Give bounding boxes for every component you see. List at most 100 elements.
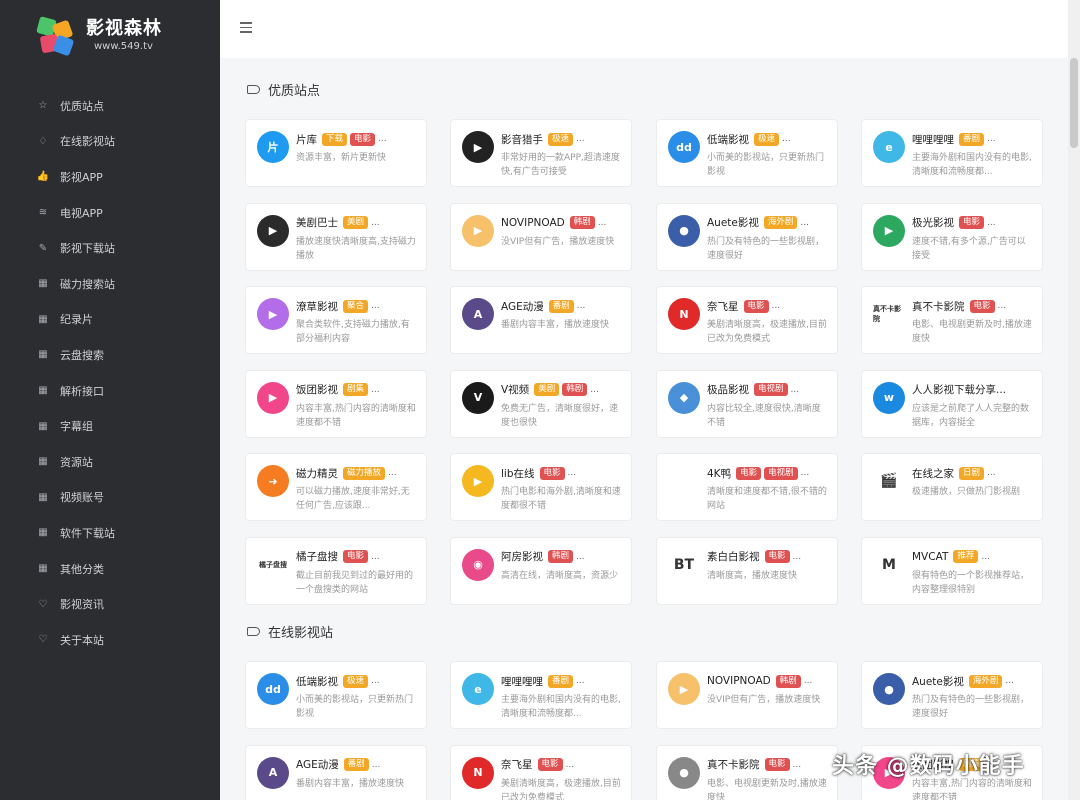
sidebar-item[interactable]: ♢ 在线影视站: [0, 124, 220, 160]
scrollbar[interactable]: [1068, 0, 1080, 800]
site-card[interactable]: ● 真不卡影院 电影... 电影、电视剧更新及时,播放速度快: [656, 744, 838, 800]
site-title: 影视森林: [86, 18, 162, 39]
card-description: 小而美的影视站，只更新热门影视: [707, 153, 825, 177]
card-name: 奈飞星: [707, 300, 739, 313]
site-card[interactable]: w 人人影视下载分享... 应该是之前爬了人人完整的数据库，内容挺全: [861, 369, 1043, 438]
bulb-icon: ♢: [38, 135, 48, 147]
site-card[interactable]: ▶ 潦草影视 聚合... 聚合类软件,支持磁力播放,有部分福利内容: [245, 286, 427, 354]
scrollbar-thumb[interactable]: [1070, 58, 1078, 148]
site-card[interactable]: dd 低端影视 极速... 小而美的影视站，只更新热门影视: [245, 661, 427, 729]
card-title-row: 真不卡影院 电影...: [912, 298, 1034, 314]
card-description: 热门及有特色的一些影视剧，速度很好: [912, 695, 1030, 719]
sidebar-item[interactable]: ▦ 纪录片: [0, 302, 220, 338]
card-name: 影音猎手: [501, 133, 543, 146]
site-card[interactable]: e 哩哩哩哩 番剧... 主要海外剧和国内没有的电影,清晰度和流畅度都...: [861, 119, 1043, 187]
site-card[interactable]: ● Auete影视 海外剧... 热门及有特色的一些影视剧，速度很好: [656, 202, 838, 271]
category-badge: 电视剧: [764, 466, 798, 480]
category-badge: 剧集: [343, 383, 369, 396]
card-description: 速度不错,有多个源,广告可以接受: [912, 236, 1026, 261]
more-dots: ...: [981, 551, 990, 562]
thumbs-up-icon: 👍: [36, 171, 50, 183]
site-card[interactable]: ▶ 极光影视 电影... 速度不错,有多个源,广告可以接受: [861, 202, 1043, 271]
sidebar-item[interactable]: ▦ 磁力搜索站: [0, 266, 220, 302]
site-card[interactable]: 🎬 在线之家 日剧... 极速播放，只做热门影视剧: [861, 453, 1043, 521]
site-card[interactable]: ▶ lib在线 电影... 热门电影和海外剧,清晰度和速度都很不错: [450, 453, 632, 521]
sidebar-item[interactable]: ▦ 解析接口: [0, 373, 220, 409]
site-card[interactable]: ◉ 阿房影视 韩剧... 高清在线，清晰度高，资源少: [450, 536, 632, 605]
site-card[interactable]: 真不卡影院 真不卡影院 电影... 电影、电视剧更新及时,播放速度快: [861, 286, 1043, 354]
category-badge: 电影: [743, 299, 769, 313]
card-name: Auete影视: [912, 675, 964, 688]
site-card[interactable]: ◆ 极品影视 电视剧... 内容比较全,速度很快,清晰度不错: [656, 369, 838, 438]
site-card[interactable]: M MVCAT 推荐... 很有特色的一个影视推荐站，内容整理很特别: [861, 536, 1043, 605]
site-card[interactable]: 4K鸭 电影 电视剧... 清晰度和速度都不错,很不错的网站: [656, 453, 838, 521]
sidebar-item[interactable]: ▦ 视频账号: [0, 480, 220, 516]
sidebar-item[interactable]: ▦ 字幕组: [0, 408, 220, 444]
category-badge: 电影: [764, 758, 790, 771]
card-description: 内容丰富,热门内容的清晰度和速度都不错: [912, 778, 1032, 800]
site-card[interactable]: N 奈飞星 电影... 美剧清晰度高，极速播放,目前已改为免费模式: [450, 744, 632, 800]
site-card[interactable]: 片片库 下载 电影... 资源丰富，新片更新快: [245, 119, 427, 187]
site-card[interactable]: ▶ NOVIPNOAD 韩剧... 没VIP但有广告，播放速度快: [656, 661, 838, 729]
grid-icon: ▦: [38, 563, 48, 575]
more-dots: ...: [1005, 676, 1014, 686]
card-name: 奈飞星: [501, 759, 533, 771]
card-title-row: 素白白影视 电影...: [707, 549, 829, 565]
grid-icon: ▦: [38, 349, 48, 361]
sidebar-item-label: 资源站: [60, 455, 93, 469]
grid-icon: ▦: [38, 527, 48, 539]
card-title-row: 磁力精灵 磁力播放...: [296, 465, 418, 481]
site-logo-icon: dd: [668, 131, 700, 163]
menu-toggle-icon[interactable]: [240, 22, 252, 34]
site-card[interactable]: V V视频 美剧 韩剧... 免费无广告，清晰度很好，速度也很快: [450, 369, 632, 438]
card-description: 主要海外剧和国内没有的电影,清晰度和流畅度都...: [501, 695, 621, 719]
sidebar-item[interactable]: ▦ 云盘搜索: [0, 337, 220, 373]
site-logo-icon: ➜: [257, 465, 289, 497]
sidebar-item[interactable]: ▦ 其他分类: [0, 551, 220, 587]
sidebar-item[interactable]: ♡ 关于本站: [0, 622, 220, 658]
site-logo-icon: dd: [257, 673, 289, 705]
more-dots: ...: [371, 384, 380, 395]
more-dots: ...: [371, 301, 380, 311]
card-description: 没VIP但有广告，播放速度快: [501, 236, 615, 247]
card-title-row: 人人影视下载分享...: [912, 382, 1034, 398]
site-logo-icon: ●: [873, 673, 905, 705]
card-name: 在线之家: [912, 467, 954, 480]
section-title: 在线影视站: [247, 622, 333, 641]
sidebar-item[interactable]: ≋ 电视APP: [0, 195, 220, 231]
site-logo-icon: ●: [668, 756, 700, 789]
card-description: 高清在线，清晰度高，资源少: [501, 570, 619, 581]
sidebar-item[interactable]: ✎ 影视下载站: [0, 230, 220, 266]
card-description: 小而美的影视站，只更新热门影视: [296, 695, 414, 719]
card-description: 播放速度快清晰度高,支持磁力播放: [296, 236, 416, 261]
sidebar-item[interactable]: ♡ 影视资讯: [0, 586, 220, 622]
card-name: Auete影视: [707, 217, 759, 229]
site-card[interactable]: ➜ 磁力精灵 磁力播放... 可以磁力播放,速度非常好,无任何广告,应该跟...: [245, 453, 427, 521]
site-card[interactable]: BT 素白白影视 电影... 清晰度高，播放速度快: [656, 536, 838, 605]
site-card[interactable]: ▶ 饭团影视 剧集... 内容丰富,热门内容的清晰度和速度都不错: [245, 369, 427, 438]
sidebar-item[interactable]: ☆ 优质站点: [0, 88, 220, 124]
sidebar-item[interactable]: 👍 影视APP: [0, 159, 220, 195]
site-card[interactable]: dd 低端影视 极速... 小而美的影视站，只更新热门影视: [656, 119, 838, 187]
sidebar-item[interactable]: ▦ 资源站: [0, 444, 220, 480]
site-card[interactable]: ▶ 美剧巴士 美剧... 播放速度快清晰度高,支持磁力播放: [245, 202, 427, 271]
sidebar-item-label: 其他分类: [60, 562, 104, 576]
site-logo-icon: ▶: [257, 214, 289, 247]
site-card[interactable]: A AGE动漫 番剧... 番剧内容丰富，播放速度快: [450, 286, 632, 354]
site-card[interactable]: A AGE动漫 番剧... 番剧内容丰富，播放速度快: [245, 744, 427, 800]
more-dots: ...: [576, 676, 585, 686]
site-card[interactable]: e 哩哩哩哩 番剧... 主要海外剧和国内没有的电影,清晰度和流畅度都...: [450, 661, 632, 729]
card-title-row: MVCAT 推荐...: [912, 549, 1034, 565]
sidebar-item-label: 软件下载站: [60, 526, 115, 540]
card-title-row: lib在线 电影...: [501, 465, 623, 481]
card-title-row: Auete影视 海外剧...: [912, 673, 1034, 689]
sidebar-item[interactable]: ▦ 软件下载站: [0, 515, 220, 551]
sidebar-item-label: 视频账号: [60, 491, 104, 505]
site-card[interactable]: ● Auete影视 海外剧... 热门及有特色的一些影视剧，速度很好: [861, 661, 1043, 729]
card-title-row: AGE动漫 番剧...: [501, 298, 623, 314]
site-card[interactable]: N 奈飞星 电影... 美剧清晰度高，极速播放,目前已改为免费模式: [656, 286, 838, 354]
site-logo[interactable]: 影视森林 www.549.tv: [36, 14, 162, 58]
site-card[interactable]: ▶ NOVIPNOAD 韩剧... 没VIP但有广告，播放速度快: [450, 202, 632, 271]
site-card[interactable]: 橘子盘搜 橘子盘搜 电影... 截止目前我见到过的最好用的一个盘搜类的网站: [245, 536, 427, 605]
site-card[interactable]: ▶ 影音猎手 极速... 非常好用的一款APP,超清速度快,有广告可接受: [450, 119, 632, 187]
